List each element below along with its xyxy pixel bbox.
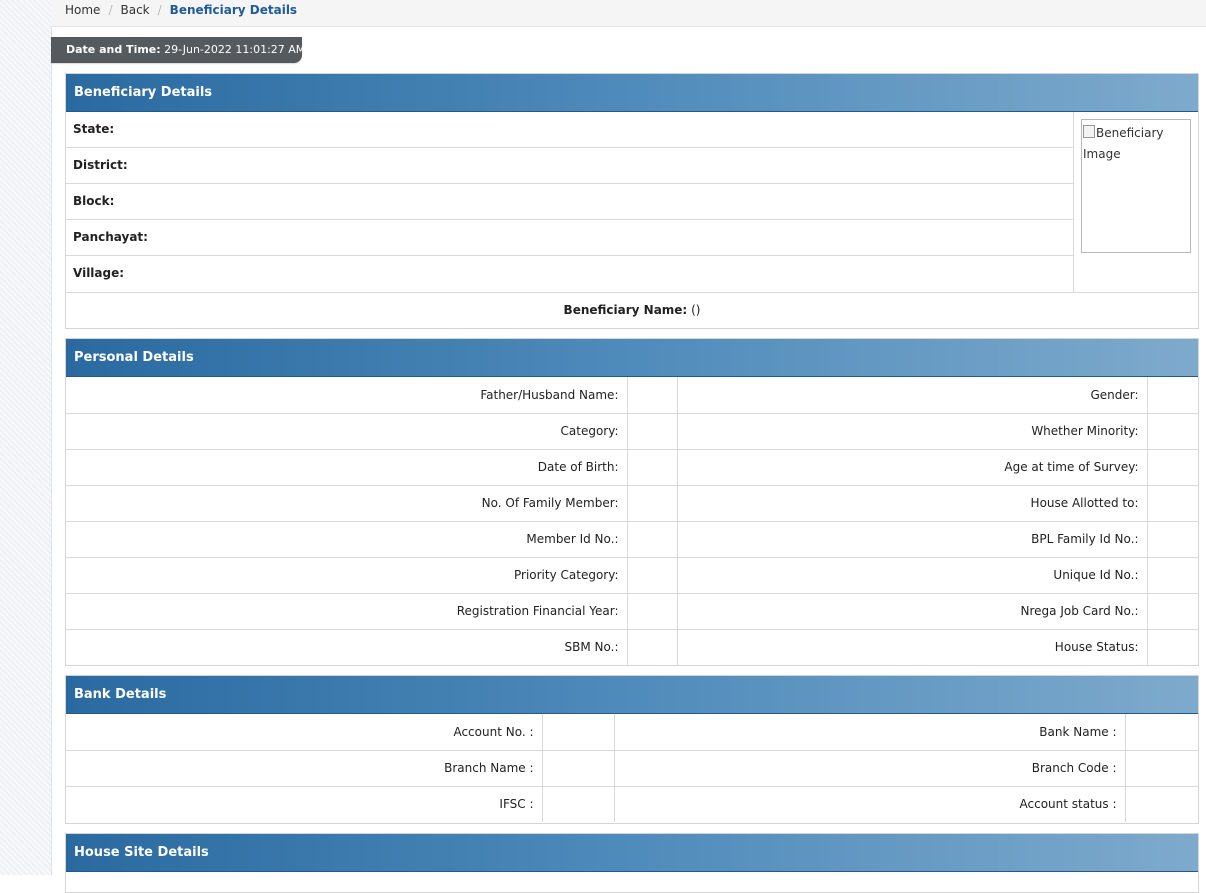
table-row: No. Of Family Member: House Allotted to: bbox=[66, 485, 1198, 522]
field-value bbox=[1124, 714, 1198, 751]
field-label: Gender: bbox=[677, 377, 1147, 414]
field-value bbox=[626, 413, 678, 450]
table-row: Date of Birth: Age at time of Survey: bbox=[66, 449, 1198, 486]
location-section: State: District: Block: Panchayat: Village: … bbox=[66, 112, 1198, 292]
field-label: Unique Id No.: bbox=[677, 557, 1147, 594]
beneficiary-name-value: () bbox=[691, 303, 701, 317]
field-label: Registration Financial Year: bbox=[66, 593, 627, 630]
field-value bbox=[626, 593, 678, 630]
field-label: No. Of Family Member: bbox=[66, 485, 627, 522]
field-label: BPL Family Id No.: bbox=[677, 521, 1147, 558]
field-label: Account status : bbox=[1019, 797, 1117, 812]
field-value bbox=[1146, 557, 1198, 594]
field-value bbox=[626, 629, 678, 665]
datetime-tab: Date and Time: 29-Jun-2022 11:01:27 AM bbox=[51, 37, 306, 63]
personal-details-header: Personal Details bbox=[66, 339, 1198, 377]
field-value bbox=[1146, 485, 1198, 522]
personal-details-table: Father/Husband Name: Gender: Category: Whet… bbox=[66, 377, 1198, 665]
left-sidebar-strip bbox=[0, 0, 52, 875]
table-row: Account No. : Bank Name : bbox=[66, 714, 1198, 751]
location-field-label: Panchayat: bbox=[66, 220, 1073, 256]
location-field-label: Village: bbox=[73, 266, 125, 280]
field-label: House Allotted to: bbox=[677, 485, 1147, 522]
beneficiary-name-label: Beneficiary Name: bbox=[563, 303, 688, 317]
field-value bbox=[1146, 449, 1198, 486]
field-value bbox=[626, 449, 678, 486]
location-field-label: Block: bbox=[66, 184, 1073, 220]
location-rows: State: District: Block: Panchayat: Village: bbox=[66, 112, 1074, 292]
personal-details-panel: Personal Details Father/Husband Name: Gen… bbox=[65, 338, 1199, 666]
breadcrumb-back-link[interactable]: Back bbox=[120, 3, 149, 17]
field-value bbox=[1124, 786, 1198, 822]
breadcrumb-separator: / bbox=[108, 3, 113, 17]
location-field-label: State: bbox=[66, 112, 1073, 148]
table-row: Priority Category: Unique Id No.: bbox=[66, 557, 1198, 594]
field-label: Age at time of Survey: bbox=[677, 449, 1147, 486]
field-value bbox=[541, 714, 615, 751]
field-label: Branch Name : bbox=[66, 750, 542, 787]
field-label: Priority Category: bbox=[66, 557, 627, 594]
beneficiary-details-header: Beneficiary Details bbox=[66, 74, 1198, 112]
beneficiary-image-alt: Beneficiary Image bbox=[1083, 126, 1164, 161]
table-row: Father/Husband Name: Gender: bbox=[66, 377, 1198, 414]
field-value bbox=[626, 557, 678, 594]
field-value bbox=[541, 786, 615, 822]
house-site-details-header: House Site Details bbox=[66, 834, 1198, 872]
field-label: IFSC : bbox=[499, 797, 534, 812]
field-label: Father/Husband Name: bbox=[66, 377, 627, 414]
field-value bbox=[1146, 521, 1198, 558]
bank-details-header: Bank Details bbox=[66, 676, 1198, 714]
beneficiary-image-cell: Beneficiary Image bbox=[1074, 112, 1198, 292]
field-value bbox=[1146, 377, 1198, 414]
field-label: Member Id No.: bbox=[66, 521, 627, 558]
field-label: SBM No.: bbox=[564, 640, 619, 655]
location-field-label: District: bbox=[66, 148, 1073, 184]
broken-image-icon bbox=[1083, 125, 1095, 138]
table-row: SBM No.: House Status: bbox=[66, 629, 1198, 665]
breadcrumb-home-link[interactable]: Home bbox=[65, 3, 100, 17]
breadcrumb-bar: Home / Back / Beneficiary Details bbox=[51, 0, 1206, 27]
breadcrumb-separator: / bbox=[157, 3, 162, 17]
field-label: Nrega Job Card No.: bbox=[677, 593, 1147, 630]
field-label: Branch Code : bbox=[614, 750, 1125, 787]
field-label: Category: bbox=[66, 413, 627, 450]
field-value bbox=[1146, 629, 1198, 665]
field-label: Date of Birth: bbox=[66, 449, 627, 486]
table-row: IFSC : Account status : bbox=[66, 786, 1198, 822]
table-row: Category: Whether Minority: bbox=[66, 413, 1198, 450]
beneficiary-name-row: Beneficiary Name: () bbox=[66, 292, 1198, 328]
table-row: Registration Financial Year: Nrega Job Ca… bbox=[66, 593, 1198, 630]
table-row: Branch Name : Branch Code : bbox=[66, 750, 1198, 787]
datetime-label: Date and Time: bbox=[66, 43, 161, 56]
house-site-details-panel: House Site Details bbox=[65, 833, 1199, 893]
field-label: House Status: bbox=[1054, 640, 1139, 655]
beneficiary-image: Beneficiary Image bbox=[1081, 119, 1191, 253]
bank-details-table: Account No. : Bank Name : Branch Name : Bra… bbox=[66, 714, 1198, 822]
breadcrumb: Home / Back / Beneficiary Details bbox=[65, 3, 297, 17]
field-label: Bank Name : bbox=[614, 714, 1125, 751]
table-row: Member Id No.: BPL Family Id No.: bbox=[66, 521, 1198, 558]
field-value bbox=[1146, 413, 1198, 450]
field-label: Account No. : bbox=[66, 714, 542, 751]
field-value bbox=[626, 377, 678, 414]
bank-details-panel: Bank Details Account No. : Bank Name : Bra… bbox=[65, 675, 1199, 824]
field-value bbox=[1146, 593, 1198, 630]
field-value bbox=[626, 485, 678, 522]
field-value bbox=[541, 750, 615, 787]
datetime-value: 29-Jun-2022 11:01:27 AM bbox=[164, 43, 306, 56]
field-value bbox=[626, 521, 678, 558]
breadcrumb-current: Beneficiary Details bbox=[169, 3, 298, 17]
field-label: Whether Minority: bbox=[677, 413, 1147, 450]
field-value bbox=[1124, 750, 1198, 787]
beneficiary-details-panel: Beneficiary Details State: District: Block… bbox=[65, 73, 1199, 329]
